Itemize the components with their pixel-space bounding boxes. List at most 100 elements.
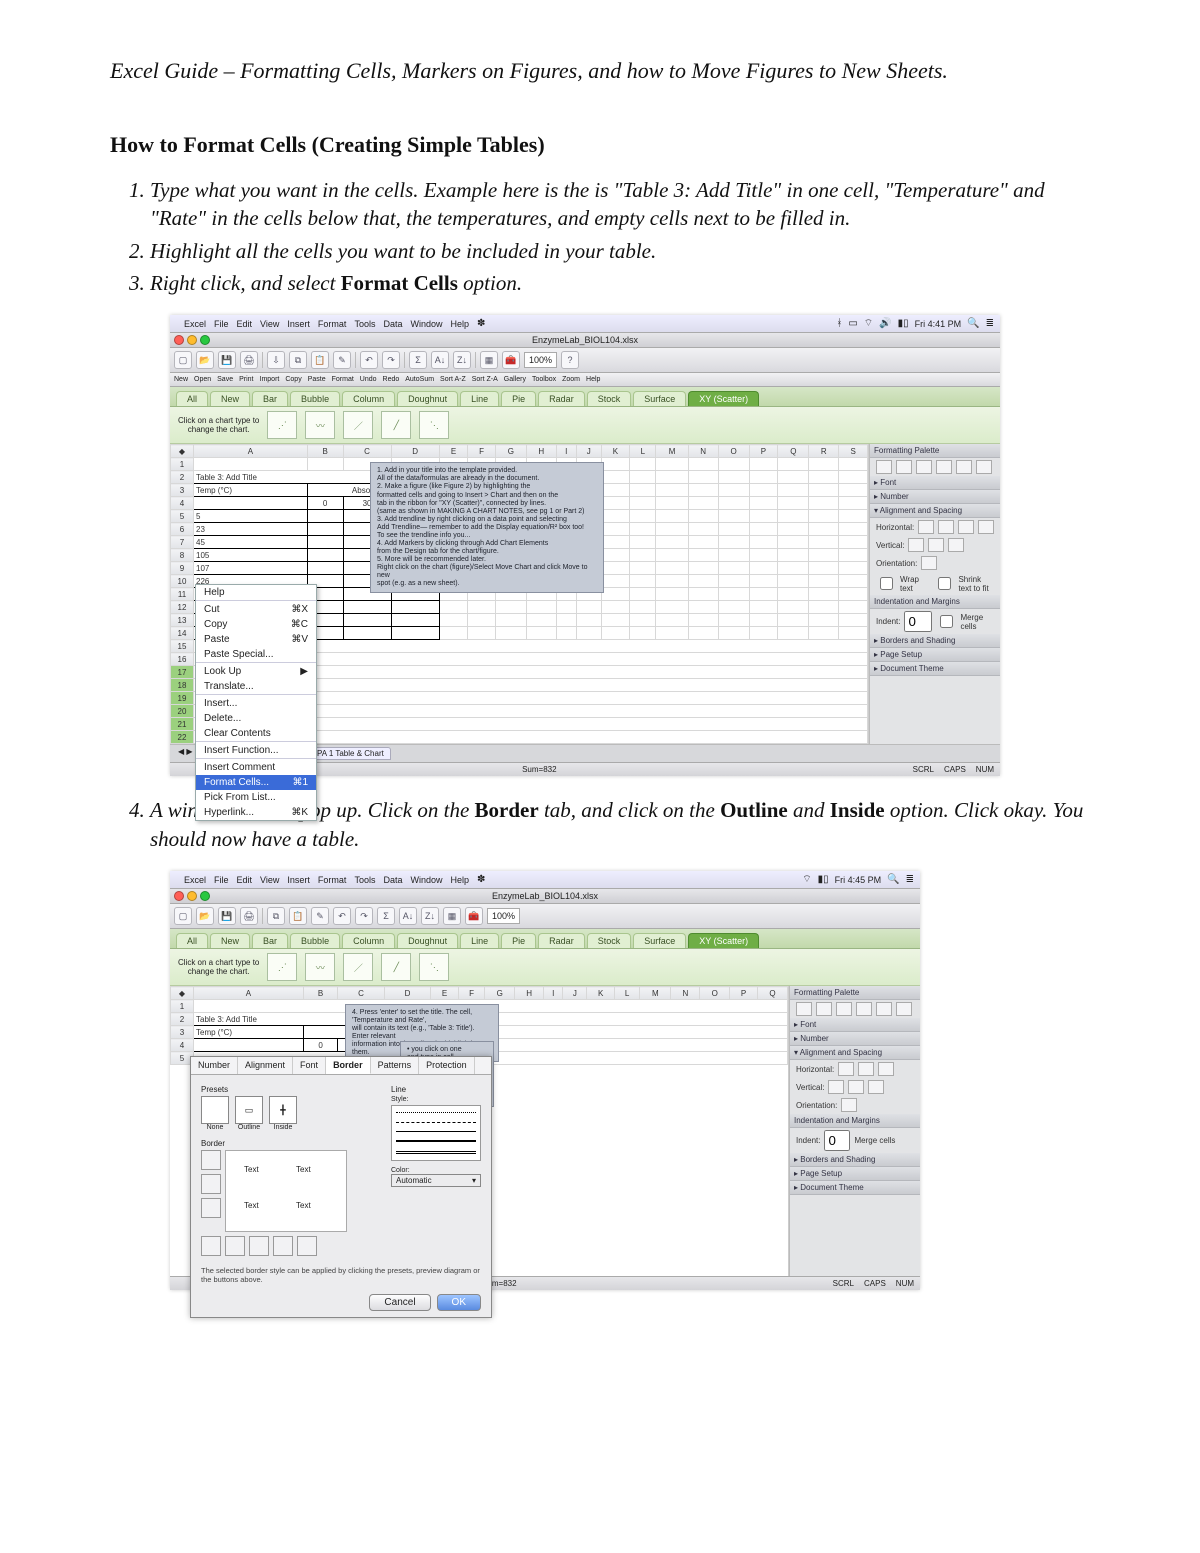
palette-borders-section[interactable]: ▸ Borders and Shading bbox=[870, 634, 1000, 648]
ctx-format-cells[interactable]: Format Cells...⌘1 bbox=[196, 775, 316, 790]
dialog-ok-button[interactable]: OK bbox=[437, 1294, 481, 1311]
menu-excel[interactable]: Excel bbox=[184, 319, 206, 329]
undo-button[interactable]: ↶ bbox=[333, 907, 351, 925]
menu-window[interactable]: Window bbox=[410, 319, 442, 329]
open-button[interactable]: 📂 bbox=[196, 907, 214, 925]
palette-align-section[interactable]: ▾ Alignment and Spacing bbox=[870, 504, 1000, 518]
ctx-insert[interactable]: Insert... bbox=[196, 696, 316, 711]
chart-type-scatter-straight-icon[interactable]: ╱ bbox=[381, 411, 411, 439]
border-diag2-button[interactable] bbox=[297, 1236, 317, 1256]
ribbon-tab-line[interactable]: Line bbox=[460, 391, 499, 406]
close-icon[interactable] bbox=[174, 335, 184, 345]
select-all-corner[interactable]: ◆ bbox=[171, 445, 194, 458]
chart-type-scatter-lines-icon[interactable]: ／ bbox=[343, 953, 373, 981]
ctx-help[interactable]: Help bbox=[196, 585, 316, 600]
chart-type-scatter-icon[interactable]: ⋰ bbox=[267, 953, 297, 981]
ctx-cut[interactable]: Cut⌘X bbox=[196, 602, 316, 617]
border-left-button[interactable] bbox=[225, 1236, 245, 1256]
chart-type-scatter-icon[interactable]: ⋰ bbox=[267, 411, 297, 439]
chart-type-scatter-markers-icon[interactable]: ⋱ bbox=[419, 953, 449, 981]
ctx-paste[interactable]: Paste⌘V bbox=[196, 632, 316, 647]
dlg-tab-patterns[interactable]: Patterns bbox=[371, 1057, 420, 1074]
valign-top-icon[interactable] bbox=[908, 538, 924, 552]
ribbon-tab-xyscatter[interactable]: XY (Scatter) bbox=[688, 391, 759, 406]
ctx-lookup[interactable]: Look Up▶ bbox=[196, 664, 316, 679]
palette-theme-section[interactable]: ▸ Document Theme bbox=[870, 662, 1000, 676]
palette-sheet-icon[interactable] bbox=[936, 460, 952, 474]
chart-type-scatter-straight-icon[interactable]: ╱ bbox=[381, 953, 411, 981]
sort-asc-button[interactable]: A↓ bbox=[431, 351, 449, 369]
ribbon-tab-new[interactable]: New bbox=[210, 391, 250, 406]
menu-tools[interactable]: Tools bbox=[354, 319, 375, 329]
line-style-list[interactable] bbox=[391, 1105, 481, 1161]
dialog-cancel-button[interactable]: Cancel bbox=[369, 1294, 430, 1311]
print-button[interactable]: 🖨 bbox=[240, 907, 258, 925]
ribbon-tab-radar[interactable]: Radar bbox=[538, 391, 585, 406]
preset-inside-button[interactable]: ╋ bbox=[269, 1096, 297, 1124]
border-diag1-button[interactable] bbox=[201, 1236, 221, 1256]
menu-file[interactable]: File bbox=[214, 319, 229, 329]
ctx-paste-special[interactable]: Paste Special... bbox=[196, 647, 316, 662]
palette-object-icon[interactable] bbox=[896, 460, 912, 474]
copy-button[interactable]: ⧉ bbox=[289, 351, 307, 369]
palette-project-icon[interactable] bbox=[976, 460, 992, 474]
palette-page-section[interactable]: ▸ Page Setup bbox=[870, 648, 1000, 662]
palette-font-icon[interactable] bbox=[876, 460, 892, 474]
ctx-insert-comment[interactable]: Insert Comment bbox=[196, 760, 316, 775]
context-menu[interactable]: Help Cut⌘X Copy⌘C Paste⌘V Paste Special.… bbox=[195, 584, 317, 821]
zoom-field[interactable]: 100% bbox=[524, 352, 557, 368]
ctx-pick-from-list[interactable]: Pick From List... bbox=[196, 790, 316, 805]
menu-insert[interactable]: Insert bbox=[287, 319, 310, 329]
merge-checkbox[interactable] bbox=[940, 615, 953, 628]
traffic-lights[interactable] bbox=[174, 335, 210, 345]
import-button[interactable]: ⇩ bbox=[267, 351, 285, 369]
border-bottom-button[interactable] bbox=[201, 1198, 221, 1218]
spotlight-icon[interactable]: 🔍 bbox=[887, 874, 899, 885]
wrap-text-checkbox[interactable] bbox=[880, 577, 893, 590]
minimize-icon[interactable] bbox=[187, 335, 197, 345]
border-right-button[interactable] bbox=[273, 1236, 293, 1256]
sort-desc-button[interactable]: Z↓ bbox=[453, 351, 471, 369]
ctx-translate[interactable]: Translate... bbox=[196, 679, 316, 694]
paste-button[interactable]: 📋 bbox=[289, 907, 307, 925]
ribbon-tab-bubble[interactable]: Bubble bbox=[290, 391, 340, 406]
ribbon-tab-pie[interactable]: Pie bbox=[501, 391, 536, 406]
shrink-checkbox[interactable] bbox=[938, 577, 951, 590]
toolbox-button[interactable]: 🧰 bbox=[502, 351, 520, 369]
valign-bot-icon[interactable] bbox=[948, 538, 964, 552]
zoom-icon[interactable] bbox=[200, 335, 210, 345]
ribbon-tab-surface[interactable]: Surface bbox=[633, 391, 686, 406]
autosum-button[interactable]: Σ bbox=[409, 351, 427, 369]
redo-button[interactable]: ↷ bbox=[382, 351, 400, 369]
menu-format[interactable]: Format bbox=[318, 319, 347, 329]
preset-none-button[interactable] bbox=[201, 1096, 229, 1124]
format-painter-button[interactable]: ✎ bbox=[333, 351, 351, 369]
dlg-tab-font[interactable]: Font bbox=[293, 1057, 326, 1074]
undo-button[interactable]: ↶ bbox=[360, 351, 378, 369]
palette-font-section[interactable]: ▸ Font bbox=[870, 476, 1000, 490]
list-icon[interactable]: ≣ bbox=[986, 318, 994, 329]
dlg-tab-number[interactable]: Number bbox=[191, 1057, 238, 1074]
save-button[interactable]: 💾 bbox=[218, 907, 236, 925]
open-button[interactable]: 📂 bbox=[196, 351, 214, 369]
dlg-tab-border[interactable]: Border bbox=[326, 1057, 371, 1074]
zoom-field-2[interactable]: 100% bbox=[487, 908, 520, 924]
valign-mid-icon[interactable] bbox=[928, 538, 944, 552]
palette-number-section[interactable]: ▸ Number bbox=[870, 490, 1000, 504]
ctx-clear[interactable]: Clear Contents bbox=[196, 726, 316, 741]
menu-help[interactable]: Help bbox=[450, 319, 469, 329]
spotlight-icon[interactable]: 🔍 bbox=[967, 318, 979, 329]
format-cells-dialog[interactable]: Number Alignment Font Border Patterns Pr… bbox=[190, 1056, 492, 1318]
new-button[interactable]: ▢ bbox=[174, 351, 192, 369]
dlg-tab-alignment[interactable]: Alignment bbox=[238, 1057, 293, 1074]
paste-button[interactable]: 📋 bbox=[311, 351, 329, 369]
palette-compat-icon[interactable] bbox=[956, 460, 972, 474]
ctx-insert-function[interactable]: Insert Function... bbox=[196, 743, 316, 758]
ribbon-tab-all[interactable]: All bbox=[176, 391, 208, 406]
border-mid-button[interactable] bbox=[201, 1174, 221, 1194]
menu-edit[interactable]: Edit bbox=[237, 319, 253, 329]
preset-outline-button[interactable]: ▭ bbox=[235, 1096, 263, 1124]
ribbon-tab-stock[interactable]: Stock bbox=[587, 391, 632, 406]
align-left-icon[interactable] bbox=[918, 520, 934, 534]
autosum-button[interactable]: Σ bbox=[377, 907, 395, 925]
